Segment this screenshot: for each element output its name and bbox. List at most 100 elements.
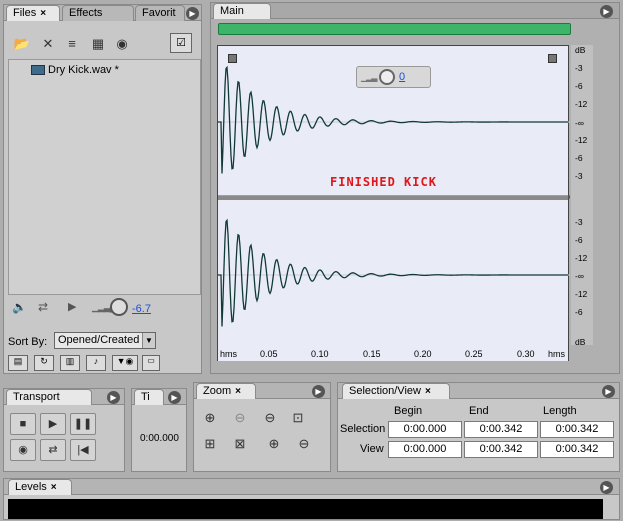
transport-tabbar: Transport ▶: [4, 389, 124, 405]
file-item-name: Dry Kick.wav *: [48, 64, 119, 76]
loop-button[interactable]: ⇄: [40, 439, 66, 461]
db-label: -3: [575, 217, 583, 227]
play-button[interactable]: ▶: [40, 413, 66, 435]
db-label: -6: [575, 235, 583, 245]
files-tabbar: Files × Effects Favorit ▶: [4, 5, 201, 21]
waveform-file-icon: [31, 65, 45, 76]
import-icon[interactable]: ▤: [8, 355, 28, 371]
files-panel: Files × Effects Favorit ▶ 📂 ✕ ≡ ▦ ◉ ☑ Dry…: [3, 4, 202, 374]
show-options-icon[interactable]: ☑: [170, 33, 192, 53]
zoom-right-icon[interactable]: ⊠: [230, 435, 250, 453]
level-meter: [8, 499, 603, 519]
filter-icon[interactable]: ▼◉: [112, 355, 138, 371]
tab-selection-view[interactable]: Selection/View ×: [342, 383, 450, 399]
selection-tabbar: Selection/View × ▶: [338, 383, 619, 399]
zoom-in-amplitude-icon[interactable]: ⊕: [200, 409, 220, 427]
sort-by-value: Opened/Created: [58, 334, 140, 346]
ruler-tick: 0.20: [414, 349, 432, 359]
selection-end-field[interactable]: 0:00.342: [464, 421, 538, 438]
ruler-tick: 0.25: [465, 349, 483, 359]
tab-favorites-label: Favorit: [142, 7, 176, 19]
file-item[interactable]: Dry Kick.wav *: [31, 64, 119, 78]
stop-button[interactable]: ■: [10, 413, 36, 435]
main-panel: Main ▶ ▁▂▃ 0 FINISHED KICK hms 0.05 0.10…: [210, 2, 620, 374]
tab-levels[interactable]: Levels ×: [8, 479, 72, 495]
transport-menu-icon[interactable]: ▶: [107, 391, 120, 404]
main-panel-menu-icon[interactable]: ▶: [600, 5, 613, 18]
ruler-tick: 0.10: [311, 349, 329, 359]
levels-menu-icon[interactable]: ▶: [600, 481, 613, 494]
hud-volume-knob[interactable]: [379, 69, 395, 85]
selection-length-field[interactable]: 0:00.342: [540, 421, 614, 438]
zoom-out-vertical-icon[interactable]: ⊖: [294, 435, 314, 453]
tab-zoom-label: Zoom: [203, 385, 232, 397]
ruler-start-label: hms: [220, 349, 238, 359]
levels-tabbar: Levels × ▶: [4, 479, 619, 495]
waveform-display[interactable]: ▁▂▃ 0 FINISHED KICK hms 0.05 0.10 0.15 0…: [217, 45, 570, 361]
time-tabbar: Ti ▶: [132, 389, 186, 405]
close-file-icon[interactable]: ✕: [38, 35, 58, 53]
sort-by-select[interactable]: Opened/Created ▼: [54, 332, 156, 349]
go-to-start-button[interactable]: |◀: [70, 439, 96, 461]
db-label: -∞: [575, 118, 584, 128]
selection-begin-field[interactable]: 0:00.000: [388, 421, 462, 438]
column-length: Length: [543, 405, 577, 417]
zoom-left-icon[interactable]: ⊞: [200, 435, 220, 453]
volume-value[interactable]: -6.7: [132, 303, 151, 315]
zoom-in-vertical-icon[interactable]: ⊕: [264, 435, 284, 453]
zoom-out-full-icon[interactable]: ⊖: [260, 409, 280, 427]
redo-icon[interactable]: ↻: [34, 355, 54, 371]
tab-favorites[interactable]: Favorit: [135, 5, 185, 21]
tab-main[interactable]: Main: [213, 3, 271, 19]
time-menu-icon[interactable]: ▶: [168, 391, 181, 404]
overview-bar[interactable]: [218, 23, 571, 35]
hud-volume-value[interactable]: 0: [399, 71, 405, 83]
waveform-svg: [218, 65, 570, 327]
hud-volume-bars-icon: ▁▂▃: [361, 73, 378, 82]
tab-effects[interactable]: Effects: [62, 5, 134, 21]
tab-time-label: Ti: [141, 391, 150, 403]
panel-menu-icon[interactable]: ▶: [186, 7, 199, 20]
time-ruler: hms 0.05 0.10 0.15 0.20 0.25 0.30 hms: [218, 348, 568, 361]
tab-transport[interactable]: Transport: [6, 389, 92, 405]
play-preview-icon[interactable]: ▶: [68, 300, 76, 313]
insert-multitrack-icon[interactable]: ≡: [62, 35, 82, 53]
speaker-icon[interactable]: 🔈: [12, 300, 27, 314]
db-scale: dB -3 -6 -12 -∞ -12 -6 -3 -3 -6 -12 -∞ -…: [571, 45, 593, 347]
tab-files-close-icon[interactable]: ×: [40, 8, 46, 19]
db-label: -6: [575, 153, 583, 163]
autoplay-icon[interactable]: ◉: [112, 35, 132, 53]
clip-icon[interactable]: ▭: [142, 355, 160, 371]
selection-menu-icon[interactable]: ▶: [602, 385, 615, 398]
tab-zoom-close-icon[interactable]: ×: [235, 386, 241, 397]
insert-cd-icon[interactable]: ▦: [88, 35, 108, 53]
volume-knob[interactable]: [110, 298, 128, 316]
tab-selection-close-icon[interactable]: ×: [425, 386, 431, 397]
view-length-field[interactable]: 0:00.342: [540, 441, 614, 458]
play-from-cursor-button[interactable]: ◉: [10, 439, 36, 461]
tab-zoom[interactable]: Zoom ×: [196, 383, 256, 399]
loop-icon[interactable]: ⇄: [38, 300, 48, 314]
pause-button[interactable]: ❚❚: [70, 413, 96, 435]
column-end: End: [469, 405, 489, 417]
zoom-out-amplitude-icon[interactable]: ⊖: [230, 409, 250, 427]
hud-volume-control[interactable]: ▁▂▃ 0: [356, 66, 431, 88]
channel-divider: [218, 196, 568, 200]
tab-files[interactable]: Files ×: [6, 5, 60, 21]
fade-in-handle[interactable]: [228, 54, 237, 63]
open-file-icon[interactable]: 📂: [12, 35, 32, 53]
grid-icon[interactable]: ▥: [60, 355, 80, 371]
view-end-field[interactable]: 0:00.342: [464, 441, 538, 458]
db-label: -6: [575, 307, 583, 317]
db-label: -6: [575, 81, 583, 91]
zoom-to-selection-icon[interactable]: ⊡: [288, 409, 308, 427]
view-begin-field[interactable]: 0:00.000: [388, 441, 462, 458]
fade-out-handle[interactable]: [548, 54, 557, 63]
transport-panel: Transport ▶ ■ ▶ ❚❚ ◉ ⇄ |◀: [3, 388, 125, 472]
tab-levels-close-icon[interactable]: ×: [51, 482, 57, 493]
zoom-menu-icon[interactable]: ▶: [312, 385, 325, 398]
note-icon[interactable]: ♪: [86, 355, 106, 371]
tab-time[interactable]: Ti: [134, 389, 164, 405]
view-row-label: View: [360, 443, 384, 455]
db-label: dB: [575, 337, 586, 347]
